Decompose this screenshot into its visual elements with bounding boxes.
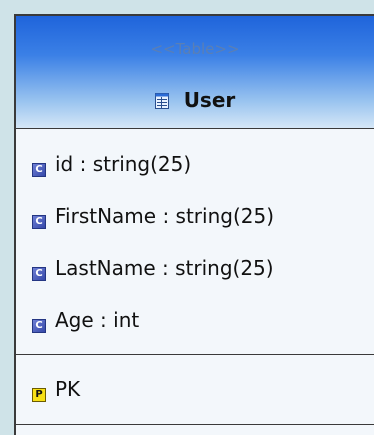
class-header: <<Table>> User: [16, 16, 374, 129]
attribute-label: FirstName : string(25): [55, 204, 275, 228]
attribute-label: id : string(25): [55, 152, 192, 176]
key-row[interactable]: P PK: [16, 369, 374, 421]
column-icon: C: [32, 267, 46, 281]
stereotype-label: <<Table>>: [150, 40, 240, 58]
column-icon: C: [32, 215, 46, 229]
table-icon: [154, 90, 169, 114]
key-label: PK: [55, 377, 81, 401]
class-name: User: [183, 88, 236, 112]
column-icon: C: [32, 163, 46, 177]
primary-key-icon: P: [32, 388, 46, 402]
diagram-canvas: <<Table>> User Cid : string(25) C FirstN…: [0, 0, 374, 435]
attribute-label: LastName : string(25): [55, 256, 274, 280]
attributes-compartment: Cid : string(25) C FirstName : string(25)…: [16, 129, 374, 355]
attribute-row[interactable]: C Age : int: [16, 300, 374, 352]
attribute-row[interactable]: C LastName : string(25): [16, 248, 374, 300]
keys-compartment: P PK: [16, 355, 374, 425]
uml-table-user[interactable]: <<Table>> User Cid : string(25) C FirstN…: [14, 14, 374, 435]
attribute-row[interactable]: Cid : string(25): [16, 144, 374, 196]
column-icon: C: [32, 319, 46, 333]
class-title: User: [16, 88, 374, 114]
attribute-label: Age : int: [55, 308, 140, 332]
attribute-row[interactable]: C FirstName : string(25): [16, 196, 374, 248]
